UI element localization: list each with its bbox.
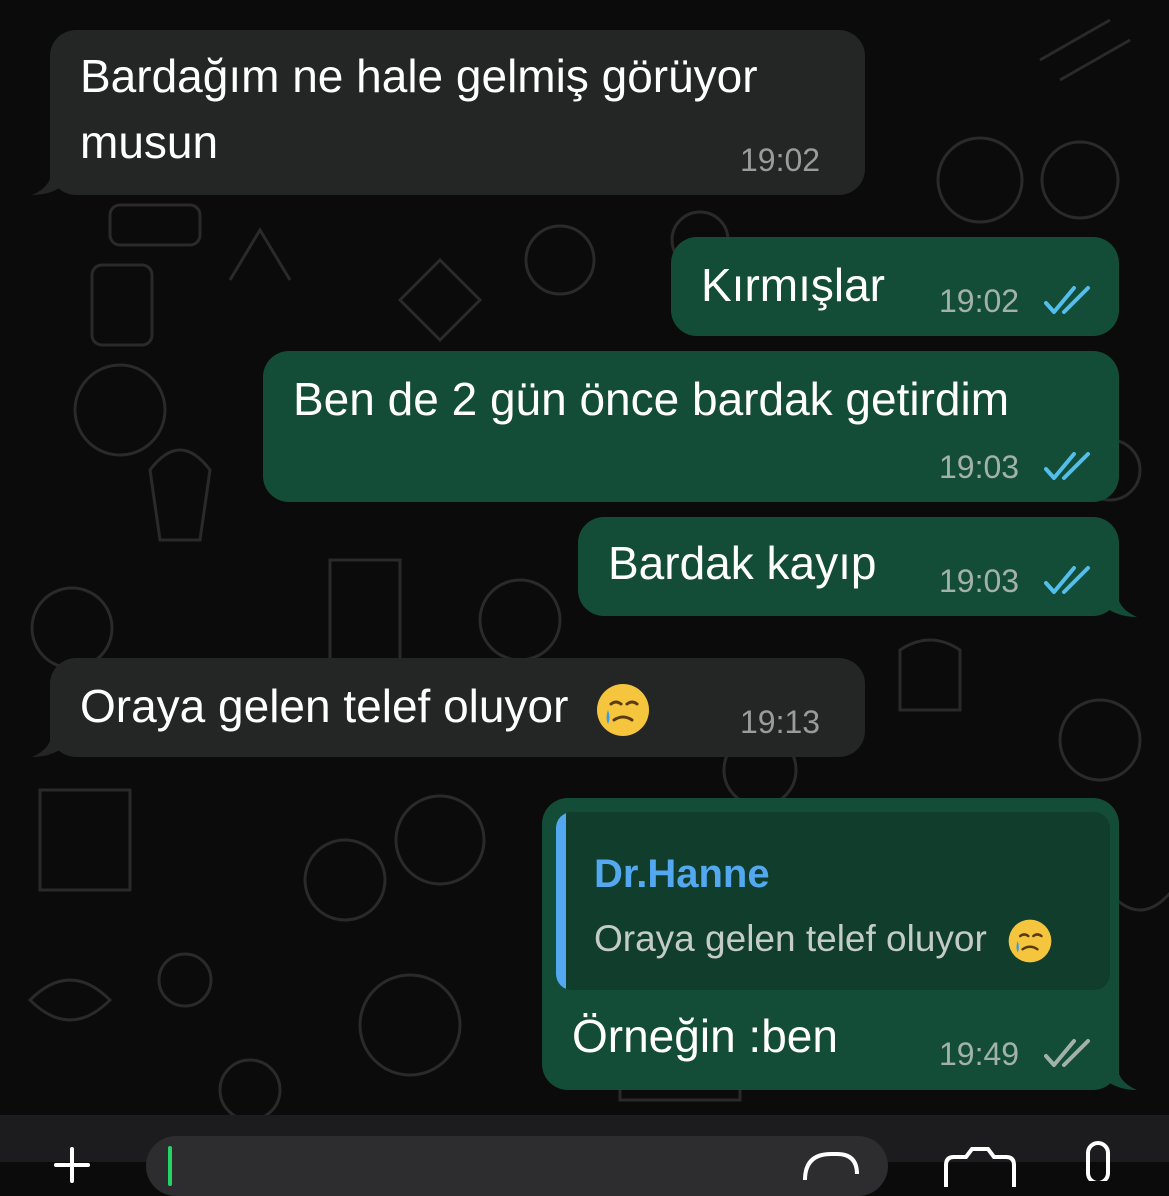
quote-accent-bar [556,812,566,990]
text-cursor [168,1146,172,1186]
message-timestamp: 19:02 [939,283,1020,319]
message-input[interactable] [146,1136,888,1196]
crying-smile-emoji [597,683,650,736]
bubble-tail [32,717,70,757]
message-text-content: Oraya gelen telef oluyor [80,680,569,732]
double-check-icon [1044,452,1090,480]
message-timestamp: 19:02 [740,142,821,178]
crying-smile-emoji [1008,919,1052,963]
quoted-message[interactable]: Dr.Hanne Oraya gelen telef oluyor [556,812,1110,990]
microphone-icon[interactable] [1078,1141,1118,1181]
message-bubble-incoming[interactable]: Oraya gelen telef oluyor 19:13 [50,658,865,757]
double-check-icon [1044,1039,1090,1067]
message-timestamp: 19:03 [939,563,1020,599]
message-text: Oraya gelen telef oluyor [80,674,651,738]
double-check-icon [1044,566,1090,594]
message-timestamp: 19:49 [939,1036,1020,1072]
bubble-tail [1099,577,1137,617]
bubble-tail [32,155,70,195]
double-check-icon [1044,286,1090,314]
message-bubble-incoming[interactable]: Bardağım ne hale gelmiş görüyor musun 19… [50,30,865,195]
quoted-text-content: Oraya gelen telef oluyor [594,918,987,959]
quoted-text: Oraya gelen telef oluyor [594,918,1053,964]
camera-icon[interactable] [940,1147,1020,1187]
message-text-line: musun [80,116,219,168]
message-bubble-outgoing-reply[interactable]: Dr.Hanne Oraya gelen telef oluyor Örneği… [542,798,1119,1090]
message-timestamp: 19:03 [939,449,1020,485]
message-timestamp: 19:13 [740,704,821,740]
composer-bar [0,1115,1169,1196]
message-text: Örneğin :ben [572,1010,838,1062]
message-text: Kırmışlar [701,259,885,311]
plus-icon[interactable] [52,1145,92,1185]
quoted-author: Dr.Hanne [594,852,770,896]
bubble-tail [1099,1050,1137,1090]
message-bubble-outgoing[interactable]: Bardak kayıp 19:03 [578,517,1119,616]
message-bubble-outgoing[interactable]: Ben de 2 gün önce bardak getirdim 19:03 [263,351,1119,502]
message-bubble-outgoing[interactable]: Kırmışlar 19:02 [671,237,1119,336]
message-text: Ben de 2 gün önce bardak getirdim [293,373,1010,425]
message-text: Bardak kayıp [608,537,877,589]
message-text-line: Bardağım ne hale gelmiş görüyor [80,50,758,102]
sticker-icon[interactable] [801,1150,861,1190]
